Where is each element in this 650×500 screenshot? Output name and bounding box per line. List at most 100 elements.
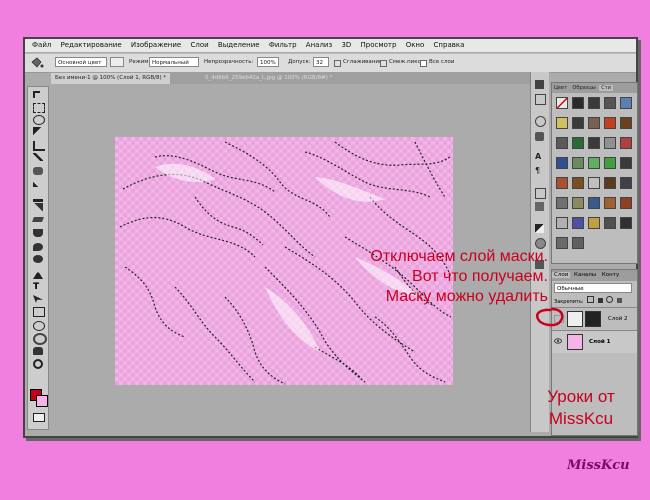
style-swatch[interactable] xyxy=(572,137,584,149)
menu-filter[interactable]: Фильтр xyxy=(269,41,297,49)
background-color-swatch[interactable] xyxy=(36,395,48,407)
hand-tool-icon[interactable] xyxy=(33,347,43,355)
style-swatch[interactable] xyxy=(604,157,616,169)
style-swatch[interactable] xyxy=(620,157,632,169)
style-swatch[interactable] xyxy=(556,217,568,229)
document-tab-inactive[interactable]: 0_4d6b6_259eb42a_L.jpg @ 100% (RGB/8#) * xyxy=(201,73,336,84)
eye-icon[interactable] xyxy=(554,338,562,344)
style-swatch[interactable] xyxy=(620,137,632,149)
style-swatch[interactable] xyxy=(572,217,584,229)
crop-tool-icon[interactable] xyxy=(33,141,45,151)
tab-paths[interactable]: Конту xyxy=(600,272,621,278)
tab-swatches[interactable]: Образцы xyxy=(570,85,597,91)
style-swatch[interactable] xyxy=(588,137,600,149)
eraser-tool-icon[interactable] xyxy=(32,217,44,222)
magic-wand-tool-icon[interactable] xyxy=(33,127,43,135)
tab-styles[interactable]: Сти xyxy=(599,85,613,91)
menu-analysis[interactable]: Анализ xyxy=(306,41,332,49)
tab-layers[interactable]: Слои xyxy=(552,272,571,278)
pen-tool-icon[interactable] xyxy=(33,271,43,279)
style-swatch[interactable] xyxy=(572,157,584,169)
style-swatch[interactable] xyxy=(620,117,632,129)
mode-select[interactable]: Нормальный xyxy=(149,57,199,67)
layer-row-1[interactable]: Слой 1 xyxy=(552,330,637,353)
menu-image[interactable]: Изображение xyxy=(131,41,181,49)
style-swatch[interactable] xyxy=(572,237,584,249)
style-swatch[interactable] xyxy=(588,177,600,189)
shape-tool-icon[interactable] xyxy=(33,307,45,317)
style-swatch[interactable] xyxy=(588,97,600,109)
style-swatch[interactable] xyxy=(556,197,568,209)
actions-icon[interactable] xyxy=(535,94,546,105)
style-swatch[interactable] xyxy=(572,117,584,129)
style-swatch[interactable] xyxy=(556,157,568,169)
contiguous-checkbox[interactable] xyxy=(380,60,387,67)
lock-transparency-icon[interactable] xyxy=(587,296,595,303)
lock-position-icon[interactable] xyxy=(606,296,614,303)
info-icon[interactable] xyxy=(535,188,546,199)
tab-color[interactable]: Цвет xyxy=(552,85,569,91)
blur-tool-icon[interactable] xyxy=(33,243,43,251)
all-layers-checkbox[interactable] xyxy=(420,60,427,67)
adjustments-icon[interactable] xyxy=(535,224,544,233)
style-swatch[interactable] xyxy=(556,177,568,189)
antialias-checkbox[interactable] xyxy=(334,60,341,67)
tab-channels[interactable]: Каналы xyxy=(572,272,598,278)
paint-bucket-tool-icon[interactable] xyxy=(33,229,43,237)
layer-mask-thumbnail[interactable] xyxy=(585,311,601,327)
style-swatch[interactable] xyxy=(556,97,568,109)
fill-source-select[interactable]: Основной цвет xyxy=(55,57,107,67)
character-icon[interactable]: A xyxy=(535,152,544,161)
paint-bucket-icon[interactable] xyxy=(30,57,44,69)
menu-layers[interactable]: Слои xyxy=(190,41,208,49)
style-swatch[interactable] xyxy=(604,217,616,229)
healing-brush-tool-icon[interactable] xyxy=(33,167,43,175)
style-swatch[interactable] xyxy=(604,197,616,209)
tool-presets-icon[interactable] xyxy=(535,202,544,211)
brush-tool-icon[interactable] xyxy=(33,179,43,187)
style-swatch[interactable] xyxy=(620,177,632,189)
menu-file[interactable]: Файл xyxy=(32,41,51,49)
3d-rotate-tool-icon[interactable] xyxy=(33,321,45,331)
blend-mode-select[interactable]: Обычные xyxy=(554,283,632,293)
style-swatch[interactable] xyxy=(572,197,584,209)
menu-edit[interactable]: Редактирование xyxy=(61,41,122,49)
move-tool-icon[interactable] xyxy=(33,91,40,98)
marquee-tool-icon[interactable] xyxy=(33,103,45,113)
menu-window[interactable]: Окно xyxy=(406,41,425,49)
style-swatch[interactable] xyxy=(604,117,616,129)
lasso-tool-icon[interactable] xyxy=(33,115,45,125)
style-swatch[interactable] xyxy=(604,177,616,189)
eyedropper-tool-icon[interactable] xyxy=(33,153,43,161)
lock-pixels-icon[interactable] xyxy=(597,298,603,303)
style-swatch[interactable] xyxy=(588,157,600,169)
paragraph-icon[interactable]: ¶ xyxy=(535,166,544,175)
pattern-picker[interactable] xyxy=(110,57,124,67)
opacity-input[interactable]: 100% xyxy=(257,57,279,67)
menu-select[interactable]: Выделение xyxy=(218,41,260,49)
style-swatch[interactable] xyxy=(572,97,584,109)
tolerance-input[interactable]: 32 xyxy=(313,57,329,67)
style-swatch[interactable] xyxy=(604,137,616,149)
navigator-icon[interactable] xyxy=(535,116,546,127)
style-swatch[interactable] xyxy=(588,197,600,209)
type-tool-icon[interactable]: T xyxy=(33,283,43,292)
style-swatch[interactable] xyxy=(620,217,632,229)
menu-3d[interactable]: 3D xyxy=(341,41,351,49)
lock-all-icon[interactable] xyxy=(616,298,622,303)
style-swatch[interactable] xyxy=(572,177,584,189)
style-swatch[interactable] xyxy=(620,197,632,209)
dodge-tool-icon[interactable] xyxy=(33,255,43,263)
quick-mask-icon[interactable] xyxy=(33,413,45,422)
layer-name[interactable]: Слой 2 xyxy=(608,308,628,330)
document-tab-active[interactable]: Без имени-1 @ 100% (Слой 1, RGB/8) * xyxy=(51,73,171,84)
history-icon[interactable] xyxy=(535,80,544,89)
style-swatch[interactable] xyxy=(588,117,600,129)
style-swatch[interactable] xyxy=(556,137,568,149)
style-swatch[interactable] xyxy=(556,117,568,129)
brushes-icon[interactable] xyxy=(535,132,544,141)
style-swatch[interactable] xyxy=(556,237,568,249)
menu-view[interactable]: Просмотр xyxy=(361,41,397,49)
menu-help[interactable]: Справка xyxy=(434,41,465,49)
zoom-tool-icon[interactable] xyxy=(33,359,43,369)
